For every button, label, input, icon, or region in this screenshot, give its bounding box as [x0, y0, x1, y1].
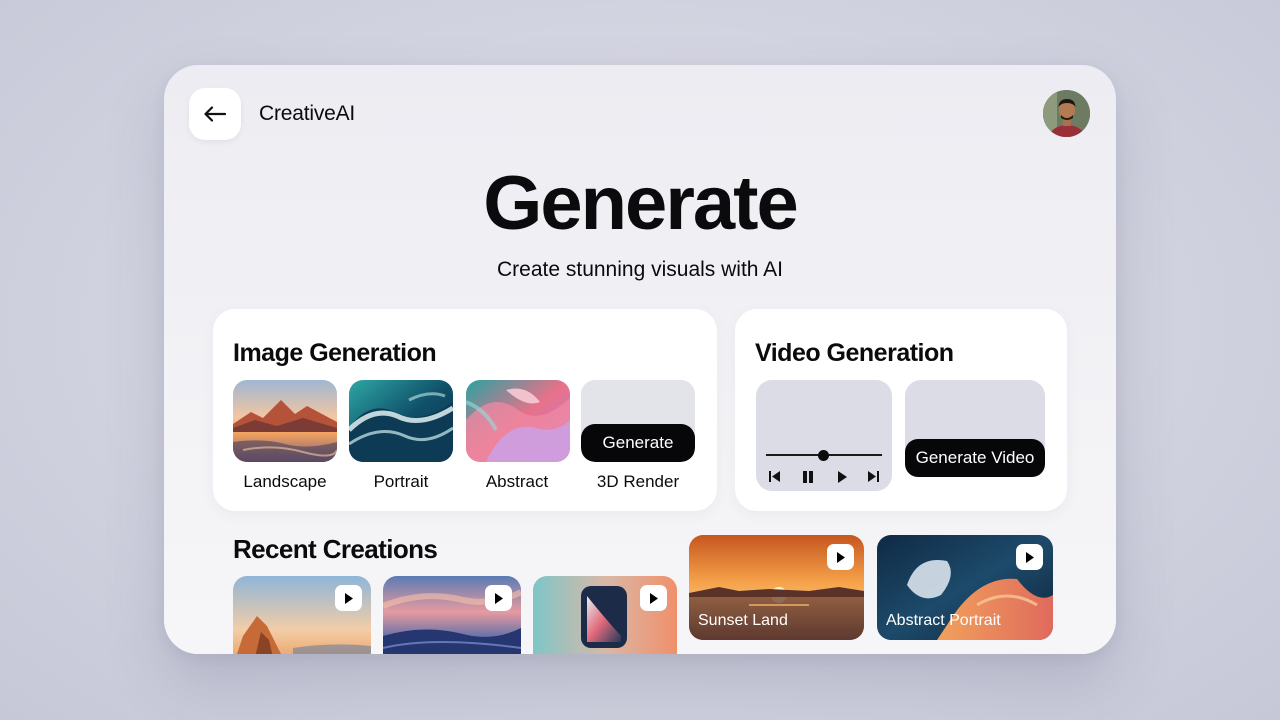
recent-item-3[interactable]: [533, 576, 677, 654]
skip-back-icon[interactable]: [769, 471, 781, 482]
play-badge-1[interactable]: [335, 585, 362, 611]
arrow-left-icon: [204, 106, 226, 122]
recent-item-2[interactable]: [383, 576, 521, 654]
landscape-label: Landscape: [243, 472, 327, 491]
back-button[interactable]: [189, 88, 241, 140]
pause-icon[interactable]: [802, 471, 814, 483]
play-icon[interactable]: [837, 471, 848, 483]
avatar-image: [1043, 90, 1090, 137]
image-generation-title: Image Generation: [233, 339, 437, 367]
skip-forward-icon[interactable]: [867, 471, 879, 482]
generate-video-button[interactable]: Generate Video: [905, 439, 1045, 477]
user-avatar[interactable]: [1043, 90, 1090, 137]
play-icon: [344, 592, 353, 604]
3d-render-thumbnail[interactable]: Generate: [581, 380, 695, 462]
video-generation-title: Video Generation: [755, 339, 954, 367]
sunset-land-label: Sunset Land: [698, 612, 788, 629]
abstract-label: Abstract: [485, 472, 549, 491]
portrait-image: [349, 380, 453, 462]
recent-item-sunset-land[interactable]: Sunset Land: [689, 535, 864, 640]
recent-creations-title: Recent Creations: [233, 534, 438, 564]
video-generate-tile[interactable]: Generate Video: [905, 380, 1045, 477]
app-window: CreativeAI Generate Create stunning visu…: [164, 65, 1116, 654]
portrait-label: Portrait: [373, 472, 429, 491]
abstract-portrait-label: Abstract Portrait: [886, 612, 1001, 629]
page-subtitle: Create stunning visuals with AI: [497, 258, 783, 281]
generate-button[interactable]: Generate: [581, 424, 695, 462]
play-badge-5[interactable]: [1016, 544, 1043, 570]
play-badge-2[interactable]: [485, 585, 512, 611]
play-badge-3[interactable]: [640, 585, 667, 611]
scrubber-handle[interactable]: [818, 450, 829, 461]
play-icon: [649, 592, 658, 604]
recent-item-1[interactable]: [233, 576, 371, 654]
video-generation-card: Video Generation Generate Video: [735, 309, 1067, 511]
play-icon: [494, 592, 503, 604]
play-badge-4[interactable]: [827, 544, 854, 570]
landscape-thumbnail[interactable]: [233, 380, 337, 462]
play-icon: [1025, 551, 1034, 563]
portrait-thumbnail[interactable]: [349, 380, 453, 462]
play-icon: [836, 551, 845, 563]
abstract-image: [466, 380, 570, 462]
landscape-image: [233, 380, 337, 462]
brand-name: CreativeAI: [259, 102, 356, 125]
page-title: Generate: [483, 161, 799, 246]
abstract-thumbnail[interactable]: [466, 380, 570, 462]
recent-item-abstract-portrait[interactable]: Abstract Portrait: [877, 535, 1053, 640]
3d-render-label: 3D Render: [596, 472, 680, 491]
video-player: [756, 380, 892, 491]
image-generation-card: Image Generation Landscape Portrait Abst…: [213, 309, 717, 511]
